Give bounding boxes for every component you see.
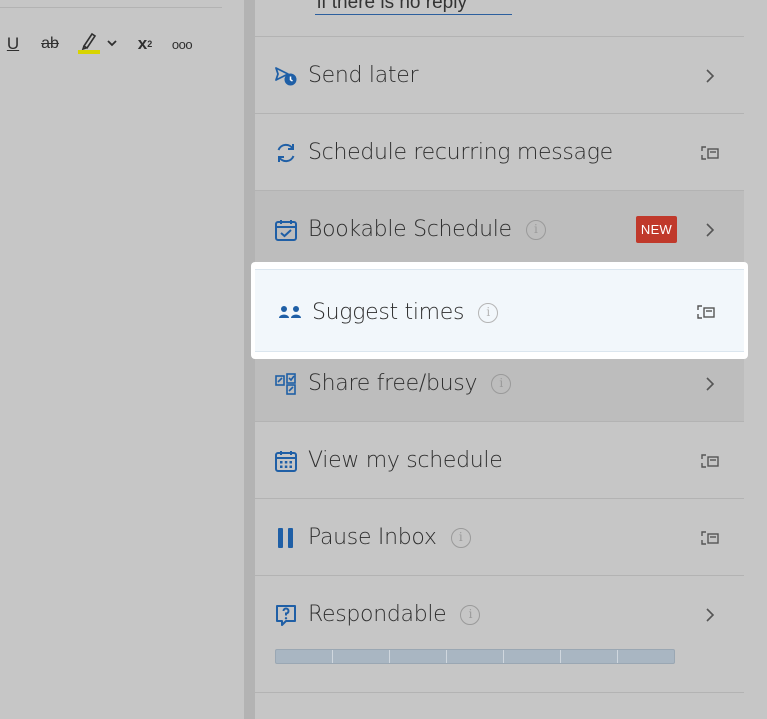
more-formatting-button[interactable]: ooo: [167, 30, 197, 58]
recurring-icon: [274, 141, 298, 165]
menu-item-label: Share free/busy: [308, 371, 478, 396]
menu-item-view-my-schedule[interactable]: View my schedule: [255, 421, 744, 498]
composer-divider: [0, 7, 222, 8]
scheduling-panel: if there is no reply Send later Schedule…: [255, 0, 767, 719]
menu-item-label: Respondable: [308, 602, 447, 627]
chevron-right-icon: [698, 64, 722, 88]
formatting-toolbar: U ab x2 ooo: [0, 30, 230, 58]
menu-item-label-group: Pause Inbox i: [308, 525, 471, 551]
calendar-check-icon: [274, 218, 298, 242]
highlight-button[interactable]: [76, 30, 102, 58]
new-badge: NEW: [636, 216, 677, 243]
menu-bottom-divider: [255, 692, 744, 693]
menu-item-label: Pause Inbox: [308, 525, 437, 550]
chevron-right-icon: [698, 372, 722, 396]
menu-item-label: Suggest times: [312, 300, 465, 325]
respondable-meter: [275, 649, 675, 664]
chevron-down-icon: [106, 35, 118, 53]
suggest-times-icon: [278, 303, 302, 323]
question-box-icon: [274, 603, 298, 627]
menu-item-respondable[interactable]: Respondable i: [255, 575, 744, 692]
info-icon[interactable]: i: [450, 528, 471, 548]
superscript-base: x: [137, 34, 148, 53]
chevron-right-icon: [698, 603, 722, 627]
info-icon[interactable]: i: [460, 605, 481, 625]
menu-item-label: Send later: [308, 63, 419, 88]
highlight-dropdown-button[interactable]: [105, 30, 119, 58]
send-later-icon: [274, 64, 298, 88]
expand-icon: [698, 526, 722, 550]
share-free-busy-icon: [274, 372, 298, 396]
chevron-right-icon: [698, 218, 722, 242]
expand-icon: [694, 300, 718, 324]
highlighter-icon: [77, 29, 101, 60]
menu-item-send-later[interactable]: Send later: [255, 36, 744, 113]
menu-item-label: Bookable Schedule: [308, 217, 512, 242]
pane-separator[interactable]: [244, 0, 255, 719]
menu-item-label: View my schedule: [308, 448, 503, 473]
expand-icon: [698, 449, 722, 473]
menu-item-schedule-recurring[interactable]: Schedule recurring message: [255, 113, 744, 190]
menu-item-label: Schedule recurring message: [308, 140, 613, 165]
info-icon[interactable]: i: [525, 220, 546, 240]
suggest-times-highlight: Suggest times i: [251, 262, 748, 359]
info-icon[interactable]: i: [478, 303, 499, 323]
superscript-exponent: 2: [147, 39, 153, 49]
reply-condition-value: if there is no reply: [317, 0, 467, 13]
menu-item-label-group: Share free/busy i: [308, 371, 512, 397]
strikethrough-button[interactable]: ab: [37, 30, 63, 58]
info-icon[interactable]: i: [491, 374, 512, 394]
caret-down-icon: [498, 0, 512, 14]
composer-pane: U ab x2 ooo: [0, 0, 244, 719]
menu-item-suggest-times[interactable]: Suggest times i: [255, 269, 744, 352]
menu-item-pause-inbox[interactable]: Pause Inbox i: [255, 498, 744, 575]
menu-item-label-group: Suggest times i: [312, 300, 499, 326]
menu-item-label-group: Respondable i: [308, 602, 481, 628]
calendar-grid-icon: [274, 449, 298, 473]
menu-item-label-group: Bookable Schedule i: [308, 217, 546, 243]
superscript-button[interactable]: x2: [133, 30, 157, 58]
underline-button[interactable]: U: [3, 30, 23, 58]
expand-icon: [698, 141, 722, 165]
pause-icon: [274, 526, 298, 550]
reply-condition-select[interactable]: if there is no reply: [315, 0, 512, 15]
